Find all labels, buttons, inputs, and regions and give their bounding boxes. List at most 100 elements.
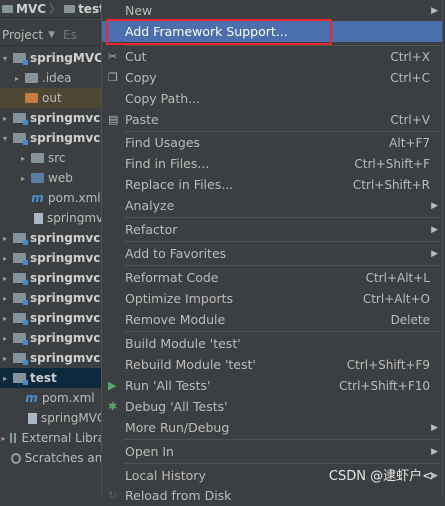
menu-divider bbox=[124, 265, 440, 266]
shortcut-label: Ctrl+Alt+L bbox=[365, 270, 430, 285]
tree-item[interactable]: springMVC. bbox=[0, 408, 110, 428]
menu-item-copy[interactable]: ❐ Copy Ctrl+C bbox=[102, 67, 442, 88]
tree-item-label: pom.xml bbox=[48, 191, 101, 205]
menu-item-copy-path[interactable]: Copy Path... bbox=[102, 88, 442, 109]
chevron-right-icon[interactable]: ▸ bbox=[0, 274, 10, 283]
tree-item-label: src bbox=[48, 151, 66, 165]
chevron-right-icon[interactable]: ▸ bbox=[0, 314, 10, 323]
tree-item[interactable]: ▸ springmvc- bbox=[0, 288, 110, 308]
chevron-right-icon[interactable]: ▸ bbox=[0, 254, 10, 263]
chevron-right-icon[interactable]: ▸ bbox=[0, 434, 7, 443]
tree-item-label: out bbox=[42, 91, 62, 105]
module-folder-icon bbox=[13, 333, 28, 345]
chevron-down-icon[interactable]: ▾ bbox=[0, 134, 10, 143]
menu-item-rebuild-module[interactable]: Rebuild Module 'test' Ctrl+Shift+F9 bbox=[102, 354, 442, 375]
navigation-bar: MVC 〉 test bbox=[0, 0, 110, 18]
shortcut-label: Ctrl+V bbox=[390, 112, 430, 127]
tree-item[interactable]: ▸ springmvc- bbox=[0, 308, 110, 328]
menu-item-remove-module[interactable]: Remove Module Delete bbox=[102, 309, 442, 330]
chevron-down-icon[interactable]: ▾ bbox=[0, 54, 10, 63]
menu-item-paste[interactable]: ▤ Paste Ctrl+V bbox=[102, 109, 442, 130]
menu-item-new[interactable]: New ▶ bbox=[102, 0, 442, 21]
folder-icon bbox=[25, 73, 38, 83]
tree-item-label: springmvc- bbox=[30, 231, 106, 245]
tree-item-label: springmvc- bbox=[30, 271, 106, 285]
menu-item-more-run-debug[interactable]: More Run/Debug ▶ bbox=[102, 417, 442, 438]
menu-item-build-module[interactable]: Build Module 'test' bbox=[102, 333, 442, 354]
tree-item[interactable]: ▸ test bbox=[0, 368, 110, 388]
menu-item-label: Run 'All Tests' bbox=[125, 378, 211, 393]
chevron-right-icon[interactable]: ▸ bbox=[0, 374, 10, 383]
menu-item-reload-from-disk[interactable]: ↻ Reload from Disk bbox=[102, 485, 442, 506]
chevron-right-icon: ▶ bbox=[431, 224, 438, 235]
menu-item-label: Local History bbox=[125, 468, 206, 483]
module-folder-icon bbox=[13, 253, 28, 265]
chevron-right-icon[interactable]: ▸ bbox=[0, 354, 10, 363]
tree-item[interactable]: ▾ springmvc- bbox=[0, 128, 110, 148]
chevron-right-icon[interactable]: ▸ bbox=[18, 174, 28, 183]
shortcut-label: Ctrl+C bbox=[390, 70, 430, 85]
menu-item-reformat-code[interactable]: Reformat Code Ctrl+Alt+L bbox=[102, 267, 442, 288]
tree-item[interactable]: ▾ springMVC bbox=[0, 48, 110, 68]
menu-item-label: Add to Favorites bbox=[125, 246, 227, 261]
tree-item[interactable]: ▸ External Librar bbox=[0, 428, 110, 448]
tree-item[interactable]: ▸ springmvc- bbox=[0, 328, 110, 348]
menu-item-label: Copy Path... bbox=[125, 91, 201, 106]
chevron-down-icon[interactable]: ▼ bbox=[48, 30, 55, 40]
tree-item[interactable]: ▸ web bbox=[0, 168, 110, 188]
tree-item[interactable]: ▸ springmvc- bbox=[0, 228, 110, 248]
chevron-right-icon[interactable]: ▸ bbox=[0, 114, 10, 123]
menu-item-label: Optimize Imports bbox=[125, 291, 234, 306]
chevron-right-icon[interactable]: ▸ bbox=[0, 294, 10, 303]
menu-item-label: Open In bbox=[125, 444, 174, 459]
menu-item-replace-in-files[interactable]: Replace in Files... Ctrl+Shift+R bbox=[102, 174, 442, 195]
web-folder-icon bbox=[31, 173, 44, 183]
file-icon bbox=[28, 412, 37, 424]
nav-separator: 〉 bbox=[49, 2, 62, 16]
menu-item-label: Reload from Disk bbox=[125, 488, 232, 503]
menu-item-find-usages[interactable]: Find Usages Alt+F7 bbox=[102, 132, 442, 153]
tree-item[interactable]: Scratches and bbox=[0, 448, 110, 468]
shortcut-label: Ctrl+Shift+F10 bbox=[339, 378, 430, 393]
shortcut-label: Ctrl+X bbox=[390, 49, 430, 64]
menu-item-analyze[interactable]: Analyze ▶ bbox=[102, 195, 442, 216]
menu-item-add-to-favorites[interactable]: Add to Favorites ▶ bbox=[102, 243, 442, 264]
tree-item[interactable]: m pom.xml bbox=[0, 188, 110, 208]
tree-item[interactable]: out bbox=[0, 88, 110, 108]
menu-item-cut[interactable]: ✂ Cut Ctrl+X bbox=[102, 46, 442, 67]
menu-item-optimize-imports[interactable]: Optimize Imports Ctrl+Alt+O bbox=[102, 288, 442, 309]
menu-item-label: Find Usages bbox=[125, 135, 201, 150]
nav-project-name[interactable]: MVC bbox=[16, 2, 46, 16]
tree-item[interactable]: springmv bbox=[0, 208, 110, 228]
chevron-right-icon[interactable]: ▸ bbox=[0, 334, 10, 343]
tree-item[interactable]: ▸ springmvc- bbox=[0, 268, 110, 288]
module-folder-icon bbox=[13, 233, 28, 245]
folder-icon bbox=[64, 4, 76, 13]
chevron-right-icon[interactable]: ▸ bbox=[12, 74, 22, 83]
menu-divider bbox=[124, 463, 440, 464]
menu-item-run-all-tests[interactable]: ▶ Run 'All Tests' Ctrl+Shift+F10 bbox=[102, 375, 442, 396]
menu-item-debug-all-tests[interactable]: ✱ Debug 'All Tests' bbox=[102, 396, 442, 417]
project-view-title[interactable]: Project bbox=[2, 28, 43, 42]
chevron-right-icon[interactable]: ▸ bbox=[0, 234, 10, 243]
tree-item-label: springmvc- bbox=[30, 331, 106, 345]
tree-item[interactable]: ▸ springmvc- bbox=[0, 348, 110, 368]
menu-item-refactor[interactable]: Refactor ▶ bbox=[102, 219, 442, 240]
tree-item[interactable]: ▸ springmvc- bbox=[0, 248, 110, 268]
project-tree[interactable]: ▾ springMVC ▸ .idea out ▸ springmvc- ▾ springmvc… bbox=[0, 48, 110, 468]
shortcut-label: Ctrl+Shift+F9 bbox=[346, 357, 430, 372]
menu-item-label: Rebuild Module 'test' bbox=[125, 357, 256, 372]
excluded-folder-icon bbox=[25, 93, 38, 103]
tree-item[interactable]: m pom.xml bbox=[0, 388, 110, 408]
shortcut-label: Ctrl+Shift+F bbox=[354, 156, 430, 171]
menu-item-open-in[interactable]: Open In ▶ bbox=[102, 441, 442, 462]
chevron-right-icon[interactable]: ▸ bbox=[18, 154, 28, 163]
tree-item[interactable]: ▸ src bbox=[0, 148, 110, 168]
project-view-header[interactable]: Project ▼ Es bbox=[0, 24, 110, 46]
tree-item[interactable]: ▸ springmvc- bbox=[0, 108, 110, 128]
menu-item-add-framework-support[interactable]: Add Framework Support... bbox=[102, 21, 442, 42]
module-folder-icon bbox=[13, 353, 28, 365]
tree-item[interactable]: ▸ .idea bbox=[0, 68, 110, 88]
menu-item-find-in-files[interactable]: Find in Files... Ctrl+Shift+F bbox=[102, 153, 442, 174]
menu-item-label: New bbox=[125, 3, 153, 18]
